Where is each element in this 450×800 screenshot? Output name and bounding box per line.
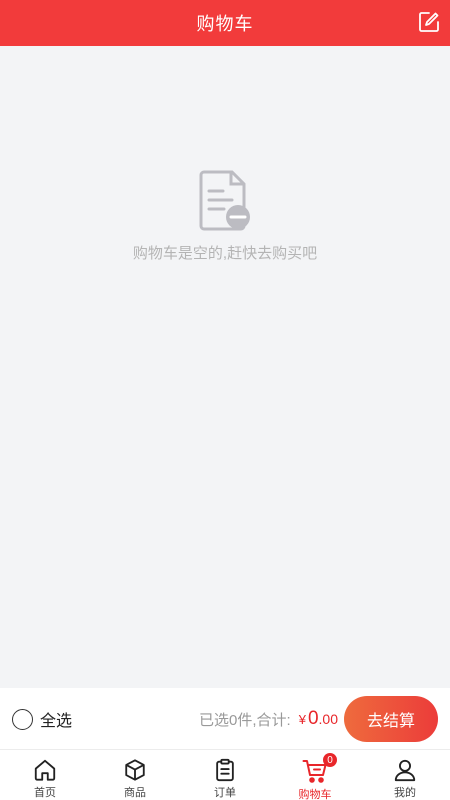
tab-home-label: 首页 xyxy=(34,787,56,799)
edit-icon xyxy=(419,12,439,32)
page-title: 购物车 xyxy=(196,14,254,34)
total-price-decimal: .00 xyxy=(318,711,338,727)
cart-icon-wrapper: 0 xyxy=(302,753,337,784)
user-icon xyxy=(394,759,416,782)
tab-products[interactable]: 商品 xyxy=(90,750,180,800)
tab-orders[interactable]: 订单 xyxy=(180,750,270,800)
total-price-integer: 0 xyxy=(307,708,319,729)
order-summary: 已选0件,合计: ¥ 0 .00 xyxy=(199,688,338,750)
empty-cart-message: 购物车是空的,赶快去购买吧 xyxy=(132,245,318,262)
select-all-toggle[interactable]: 全选 xyxy=(12,688,72,750)
tab-home[interactable]: 首页 xyxy=(0,750,90,800)
edit-button[interactable] xyxy=(418,11,440,33)
select-all-radio[interactable] xyxy=(12,708,33,730)
top-navigation-bar: 购物车 xyxy=(0,0,450,46)
select-all-label: 全选 xyxy=(40,713,73,730)
empty-cart-icon xyxy=(198,170,254,232)
tab-profile[interactable]: 我的 xyxy=(360,750,450,800)
cart-content-area: 购物车是空的,赶快去购买吧 xyxy=(0,46,450,688)
tab-products-label: 商品 xyxy=(124,787,146,799)
home-icon xyxy=(34,759,56,781)
checkout-button[interactable]: 去结算 xyxy=(344,696,438,742)
clipboard-icon xyxy=(216,758,234,782)
selected-count-text: 已选0件,合计: xyxy=(199,711,291,729)
tab-profile-label: 我的 xyxy=(394,787,416,799)
checkout-bar: 全选 已选0件,合计: ¥ 0 .00 去结算 xyxy=(0,688,450,750)
currency-symbol: ¥ xyxy=(298,711,306,727)
tab-orders-label: 订单 xyxy=(214,787,236,799)
tab-cart-label: 购物车 xyxy=(298,789,332,800)
bottom-tab-bar: 首页 商品 订单 0 购物车 我的 xyxy=(0,750,450,800)
document-minus-icon xyxy=(199,170,250,231)
box-icon xyxy=(125,759,145,781)
cart-badge: 0 xyxy=(323,753,337,767)
tab-cart[interactable]: 0 购物车 xyxy=(270,750,360,800)
